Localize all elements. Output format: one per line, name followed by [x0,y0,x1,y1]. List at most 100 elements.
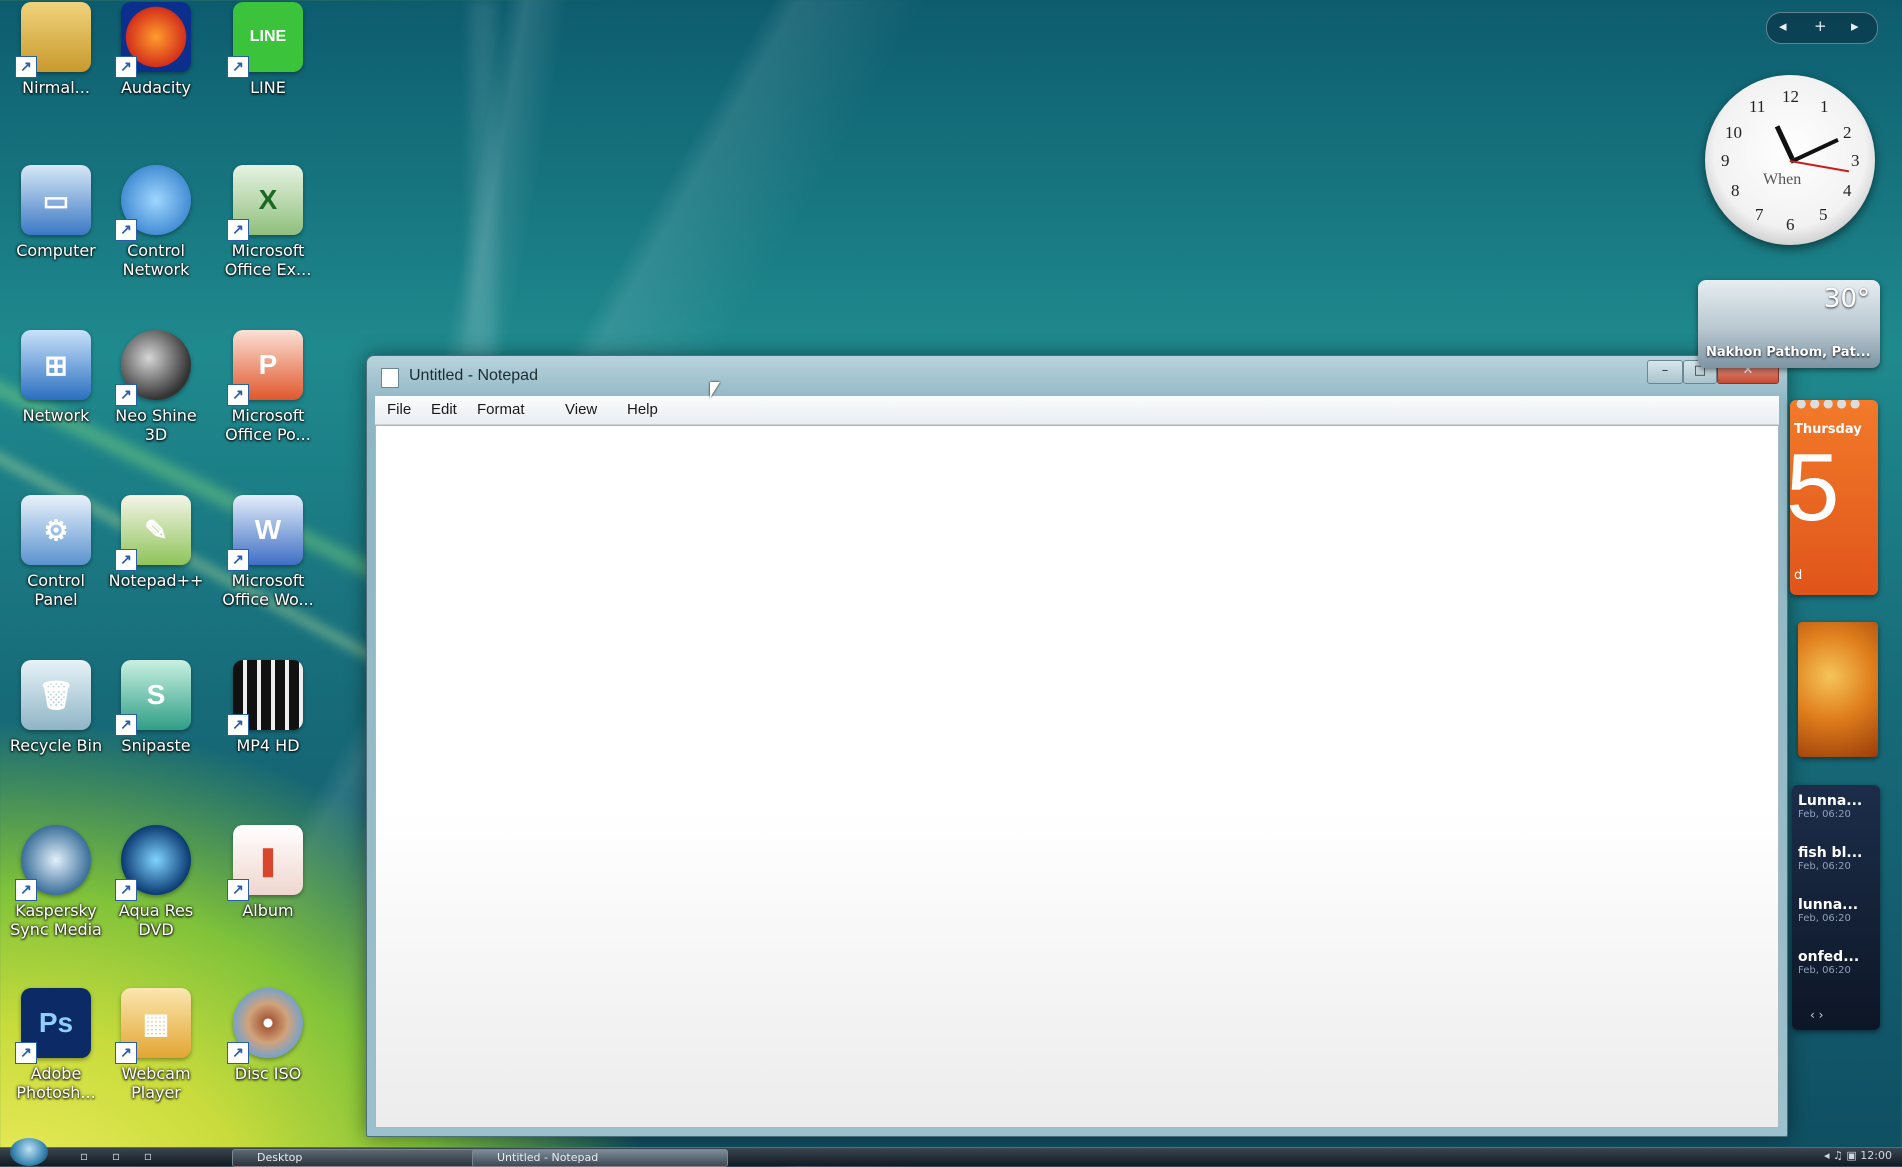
desktop-icon-photoshop[interactable]: Ps ↗ Adobe Photosh... [0,988,112,1102]
clock-number: 3 [1851,151,1860,170]
mouse-cursor-icon [710,382,720,398]
shortcut-arrow-icon: ↗ [227,1042,249,1064]
clock-hour-hand [1774,125,1795,160]
title-bar[interactable]: Untitled - Notepad – □ ✕ [367,356,1787,396]
folder-icon: ↗ [15,2,91,78]
text-editor-area[interactable] [375,425,1779,1128]
shortcut-arrow-icon: ↗ [227,879,249,901]
sidebar-controls: ◂ + ▸ [1766,12,1878,44]
sidebar-prev-button[interactable]: ◂ [1779,17,1787,35]
taskbar: ▫ ▫ ▫ Desktop Untitled - Notepad ◂ ♫ ▣ 1… [0,1138,1902,1167]
desktop-icon-neo-shine[interactable]: ↗ Neo Shine 3D [100,330,212,444]
shortcut-arrow-icon: ↗ [15,879,37,901]
desktop-icon-label: Audacity [120,78,192,97]
desktop-icon-excel[interactable]: X ↗ Microsoft Office Ex... [212,165,324,279]
menu-edit[interactable]: Edit [431,401,457,418]
feed-nav-arrows[interactable]: ‹ › [1810,1008,1823,1022]
desktop-icon-line[interactable]: LINE ↗ LINE [212,2,324,97]
globe-icon: ↗ [115,165,191,241]
menu-format[interactable]: Format [477,401,525,418]
desktop-icon-label: Microsoft Office Ex... [224,241,312,279]
calendar-month: d [1794,568,1803,583]
desktop-icon-label: Neo Shine 3D [115,406,197,444]
desktop-icon-word[interactable]: W ↗ Microsoft Office Wo... [212,495,324,609]
shortcut-arrow-icon: ↗ [115,879,137,901]
weather-temperature: 30° [1823,284,1870,314]
feed-item-title: fish bl... [1798,845,1863,861]
desktop-icon-label: Webcam Player [121,1064,191,1102]
feed-item[interactable]: Lunna... Feb, 06:20 [1798,793,1876,820]
desktop-icon-label: Nirmal... [22,78,90,97]
clock-minute-hand [1790,138,1839,164]
menu-file[interactable]: File [387,401,411,418]
snipaste-icon: S ↗ [115,660,191,736]
shortcut-arrow-icon: ↗ [115,56,137,78]
desktop-icon-disc[interactable]: ↗ Disc ISO [212,988,324,1083]
desktop-icon-label: Computer [16,241,96,260]
feed-item-date: Feb, 06:20 [1798,913,1851,924]
sidebar-add-gadget-button[interactable]: + [1814,17,1827,35]
slideshow-gadget[interactable] [1798,622,1878,757]
feed-item[interactable]: onfed... Feb, 06:20 [1798,949,1876,976]
desktop-icon-folder[interactable]: ↗ Nirmal... [0,2,112,97]
desktop-icon-dvd[interactable]: ↗ Aqua Res DVD [100,825,212,939]
system-tray[interactable]: ◂ ♫ ▣ 12:00 [1824,1149,1892,1162]
shortcut-arrow-icon: ↗ [115,549,137,571]
menu-bar: File Edit Format View Help [375,396,1779,425]
desktop-icon-notepad-plus[interactable]: ✎ ↗ Notepad++ [100,495,212,590]
shortcut-arrow-icon: ↗ [115,219,137,241]
desktop-icon-powerpoint[interactable]: P ↗ Microsoft Office Po... [212,330,324,444]
clock-number: 1 [1820,97,1829,116]
clock-gadget[interactable]: 12 1 2 3 4 5 6 7 8 9 10 11 When [1705,75,1875,245]
menu-help[interactable]: Help [627,401,658,418]
notepad-window[interactable]: Untitled - Notepad – □ ✕ File Edit Forma… [366,355,1788,1137]
feed-item-title: lunna... [1798,897,1859,913]
desktop-icon-mp4[interactable]: ↗ MP4 HD [212,660,324,755]
clock-number: 8 [1731,181,1740,200]
taskbar-button-desktop[interactable]: Desktop [232,1149,488,1167]
desktop-icon-audacity[interactable]: ↗ Audacity [100,2,212,97]
clock-number: 9 [1721,151,1730,170]
desktop-icon-label: LINE [250,78,286,97]
feed-item-title: onfed... [1798,949,1860,965]
desktop-icon-label: Disc ISO [234,1064,302,1083]
line-chat-icon: LINE ↗ [227,2,303,78]
quick-launch-bar[interactable]: ▫ ▫ ▫ [80,1149,162,1163]
menu-view[interactable]: View [565,401,597,418]
notepad-icon [381,368,399,388]
desktop-icon-recycle-bin[interactable]: 🗑 Recycle Bin [0,660,112,755]
minimize-button[interactable]: – [1647,360,1683,384]
weather-gadget[interactable]: 30° Nakhon Pathom, Pat... [1698,280,1880,368]
clock-number: 6 [1786,215,1795,234]
clock-number: 12 [1782,87,1799,106]
calendar-gadget[interactable]: ●●●●● Thursday 5 d [1790,400,1878,595]
start-button[interactable] [10,1138,48,1166]
desktop-icon-computer[interactable]: ▭ Computer [0,165,112,260]
word-icon: W ↗ [227,495,303,571]
dvd-eye-icon: ↗ [115,825,191,901]
excel-icon: X ↗ [227,165,303,241]
feed-item-title: Lunna... [1798,793,1863,809]
desktop-icon-network-center[interactable]: ↗ Control Network [100,165,212,279]
headphones-icon: ↗ [115,2,191,78]
clock-number: 2 [1843,123,1852,142]
desktop-icon-media-sync[interactable]: ↗ Kaspersky Sync Media [0,825,112,939]
desktop-icon-control-panel[interactable]: ⚙ Control Panel [0,495,112,609]
calendar-rings: ●●●●● [1796,400,1864,410]
feed-item[interactable]: lunna... Feb, 06:20 [1798,897,1876,924]
sidebar-next-button[interactable]: ▸ [1851,17,1859,35]
clock-number: 5 [1819,205,1828,224]
disc-icon: ↗ [227,988,303,1064]
desktop-icon-webcam[interactable]: ▦ ↗ Webcam Player [100,988,212,1102]
desktop-icon-network[interactable]: ⊞ Network [0,330,112,425]
feed-item[interactable]: fish bl... Feb, 06:20 [1798,845,1876,872]
moon-icon: ↗ [115,330,191,406]
desktop-icon-album[interactable]: ❚ ↗ Album [212,825,324,920]
desktop-icon-snipaste[interactable]: S ↗ Snipaste [100,660,212,755]
weather-location: Nakhon Pathom, Pat... [1706,345,1871,360]
desktop-icon-label: Control Panel [27,571,85,609]
shortcut-arrow-icon: ↗ [227,549,249,571]
feed-headlines-gadget[interactable]: Lunna... Feb, 06:20 fish bl... Feb, 06:2… [1792,785,1880,1030]
shortcut-arrow-icon: ↗ [115,714,137,736]
taskbar-button-notepad[interactable]: Untitled - Notepad [472,1149,728,1167]
